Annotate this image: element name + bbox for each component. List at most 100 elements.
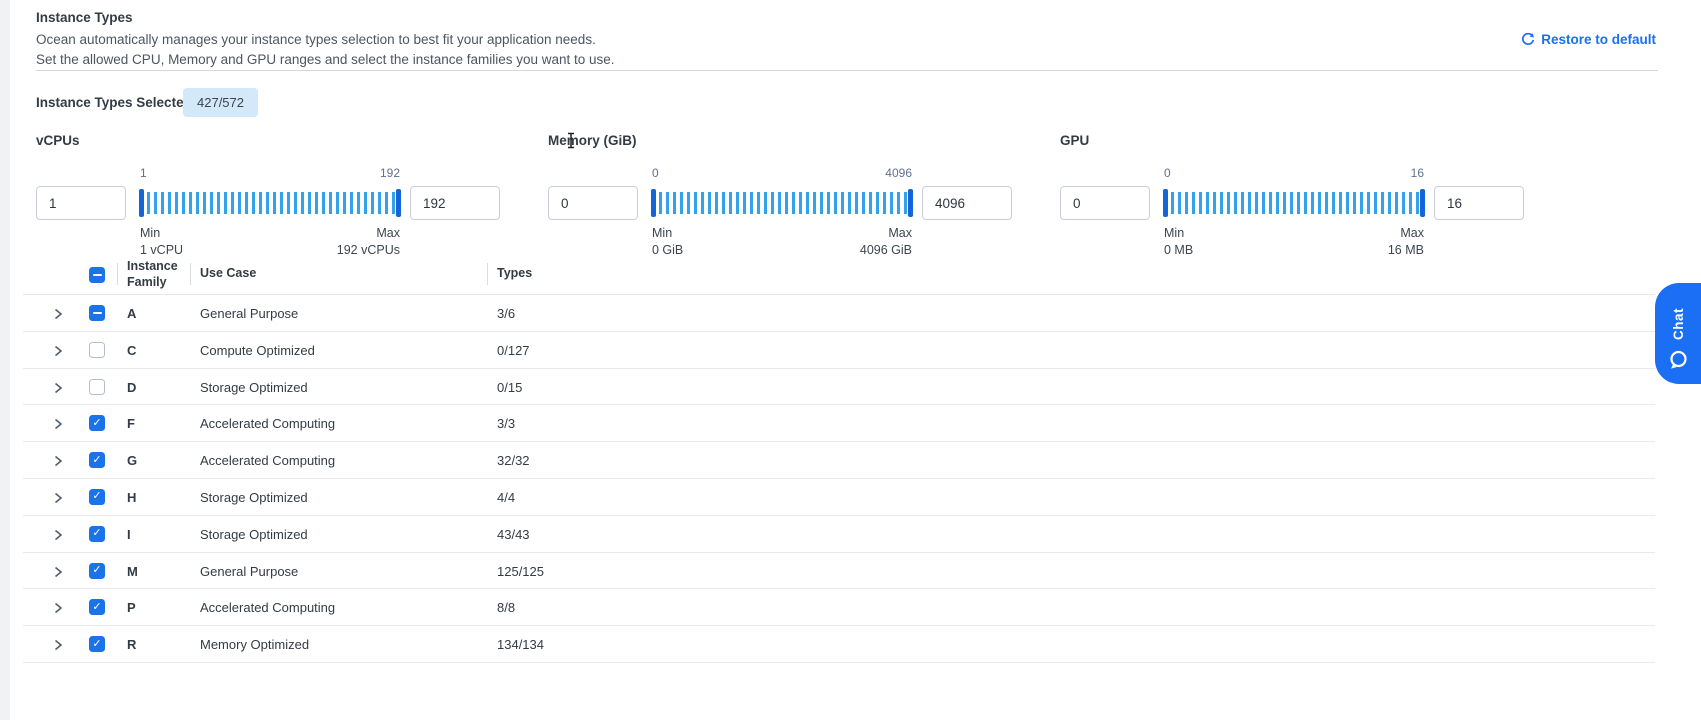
row-checkbox[interactable] [89,636,105,652]
memory-slider: 0 4096 Min Max 0 GiB 4096 GiB [652,133,912,261]
row-checkbox[interactable] [89,452,105,468]
cell-instance-family: I [127,527,131,542]
vcpus-max-input[interactable] [410,186,500,220]
gpu-max-input[interactable] [1434,186,1524,220]
chevron-right-icon[interactable] [50,306,66,322]
gpu-range-max-value: 16 [1411,166,1424,180]
column-header-use-case: Use Case [200,266,256,280]
page-left-gutter [0,0,10,720]
table-row: P Accelerated Computing 8/8 [23,589,1655,626]
chevron-right-icon[interactable] [50,416,66,432]
vcpus-range-max-value: 192 [380,166,400,180]
text-cursor-icon [566,132,576,154]
cell-instance-family: F [127,416,135,431]
cell-use-case: General Purpose [200,564,298,579]
cell-types: 8/8 [497,600,515,615]
cell-instance-family: R [127,637,136,652]
gpu-max-caption: Max [1400,226,1424,240]
chat-button-label: Chat [1671,308,1686,340]
chevron-right-icon[interactable] [50,637,66,653]
cell-instance-family: G [127,453,137,468]
gpu-slider-track[interactable] [1164,192,1424,214]
gpu-min-input[interactable] [1060,186,1150,220]
memory-max-input[interactable] [922,186,1012,220]
memory-slider-max-handle[interactable] [908,189,913,217]
header-divider [36,70,1658,71]
memory-slider-track[interactable] [652,192,912,214]
gpu-slider-max-handle[interactable] [1420,189,1425,217]
memory-range-min-value: 0 [652,166,659,180]
vcpus-slider-track[interactable] [140,192,400,214]
table-row: G Accelerated Computing 32/32 [23,442,1655,479]
cell-use-case: Accelerated Computing [200,416,335,431]
column-divider [190,263,191,285]
instance-types-selected-label: Instance Types Selected: [36,95,196,110]
chevron-right-icon[interactable] [50,490,66,506]
table-row: C Compute Optimized 0/127 [23,332,1655,369]
vcpus-min-input[interactable] [36,186,126,220]
memory-label: Memory (GiB) [548,133,637,148]
chat-button[interactable]: Chat [1655,283,1701,384]
cell-instance-family: H [127,490,136,505]
chevron-right-icon[interactable] [50,564,66,580]
cell-instance-family: C [127,343,136,358]
row-checkbox[interactable] [89,563,105,579]
cell-instance-family: P [127,600,136,615]
row-checkbox[interactable] [89,489,105,505]
instance-types-selected-badge: 427/572 [183,88,258,117]
chevron-right-icon[interactable] [50,453,66,469]
page-description-line2: Set the allowed CPU, Memory and GPU rang… [36,52,615,67]
row-checkbox[interactable] [89,342,105,358]
memory-max-caption: Max [888,226,912,240]
cell-types: 0/15 [497,380,522,395]
cell-use-case: Memory Optimized [200,637,309,652]
cell-instance-family: A [127,306,136,321]
cell-types: 134/134 [497,637,544,652]
table-row: I Storage Optimized 43/43 [23,516,1655,553]
gpu-min-caption: Min [1164,226,1184,240]
row-checkbox[interactable] [89,526,105,542]
memory-slider-group: Memory (GiB) 0 4096 Min Max 0 GiB 4096 G… [548,133,1012,261]
table-row: M General Purpose 125/125 [23,553,1655,590]
chevron-right-icon[interactable] [50,600,66,616]
memory-range-max-value: 4096 [885,166,912,180]
row-checkbox[interactable] [89,415,105,431]
gpu-slider: 0 16 Min Max 0 MB 16 MB [1164,133,1424,261]
instance-types-page: Instance Types Ocean automatically manag… [0,0,1701,720]
page-description-line1: Ocean automatically manages your instanc… [36,32,596,47]
cell-use-case: Accelerated Computing [200,600,335,615]
vcpus-slider-min-handle[interactable] [139,189,144,217]
vcpus-range-min-value: 1 [140,166,147,180]
row-checkbox[interactable] [89,379,105,395]
memory-min-input[interactable] [548,186,638,220]
cell-use-case: Storage Optimized [200,380,308,395]
chevron-right-icon[interactable] [50,527,66,543]
vcpus-max-caption: Max [376,226,400,240]
cell-use-case: General Purpose [200,306,298,321]
gpu-slider-min-handle[interactable] [1163,189,1168,217]
vcpus-slider: 1 192 Min Max 1 vCPU 192 vCPUs [140,133,400,261]
column-divider [117,263,118,285]
cell-use-case: Storage Optimized [200,490,308,505]
row-checkbox[interactable] [89,305,105,321]
restore-to-default-button[interactable]: Restore to default [1521,32,1656,47]
table-header-row: Instance Family Use Case Types [23,255,1655,295]
gpu-range-min-value: 0 [1164,166,1171,180]
vcpus-label: vCPUs [36,133,80,148]
row-checkbox[interactable] [89,599,105,615]
cell-types: 0/127 [497,343,530,358]
memory-slider-min-handle[interactable] [651,189,656,217]
cell-instance-family: M [127,564,138,579]
column-header-instance-family: Instance Family [127,258,191,290]
chevron-right-icon[interactable] [50,343,66,359]
vcpus-min-caption: Min [140,226,160,240]
chevron-right-icon[interactable] [50,380,66,396]
cell-types: 4/4 [497,490,515,505]
column-header-types: Types [497,266,532,280]
cell-types: 43/43 [497,527,530,542]
gpu-slider-group: GPU 0 16 Min Max 0 MB 16 MB [1060,133,1524,261]
gpu-label: GPU [1060,133,1089,148]
select-all-checkbox[interactable] [89,267,105,283]
cell-use-case: Storage Optimized [200,527,308,542]
vcpus-slider-max-handle[interactable] [396,189,401,217]
